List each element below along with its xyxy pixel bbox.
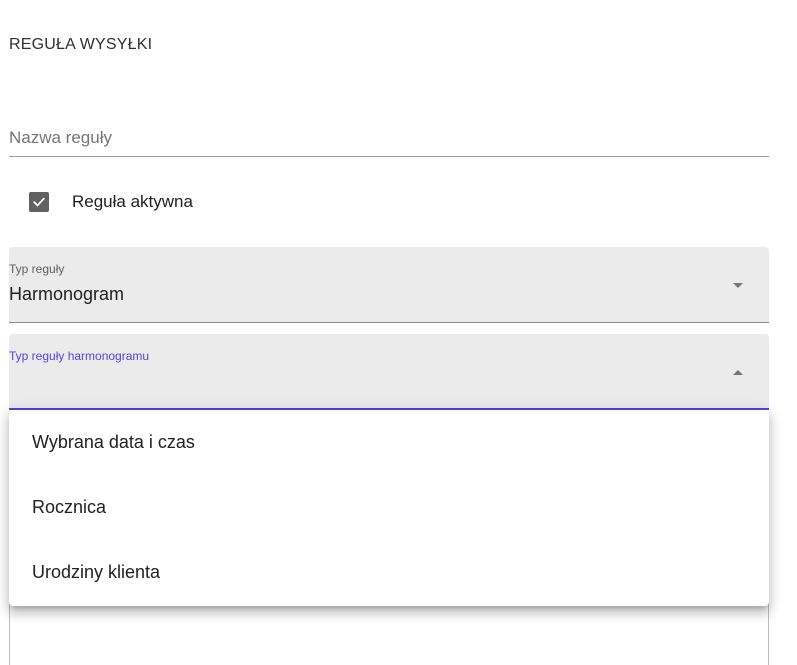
active-checkbox-label: Reguła aktywna: [72, 192, 193, 211]
checkmark-icon: [33, 197, 45, 207]
rule-type-label: Typ reguły: [9, 262, 65, 276]
menu-item-anniversary[interactable]: Rocznica: [9, 475, 769, 540]
schedule-type-label: Typ reguły harmonogramu: [9, 349, 150, 363]
menu-item-selected-date-time[interactable]: Wybrana data i czas: [9, 410, 769, 475]
rule-type-value: Harmonogram: [9, 284, 125, 304]
rule-name-field[interactable]: [9, 117, 769, 157]
menu-item-customer-birthday[interactable]: Urodziny klienta: [9, 540, 769, 605]
schedule-type-select[interactable]: Typ reguły harmonogramu: [9, 334, 769, 410]
chevron-up-icon: [733, 370, 743, 375]
chevron-down-icon: [733, 283, 743, 288]
section-title: REGUŁA WYSYŁKI: [9, 36, 153, 53]
rule-name-input[interactable]: [9, 117, 769, 156]
rule-type-select[interactable]: Typ reguły Harmonogram: [9, 247, 769, 323]
active-checkbox-row[interactable]: Reguła aktywna: [29, 188, 193, 216]
checkbox-checked-icon[interactable]: [29, 192, 49, 212]
page: REGUŁA WYSYŁKI Reguła aktywna Typ reguły…: [0, 0, 797, 665]
schedule-type-menu: Wybrana data i czas Rocznica Urodziny kl…: [9, 410, 769, 606]
